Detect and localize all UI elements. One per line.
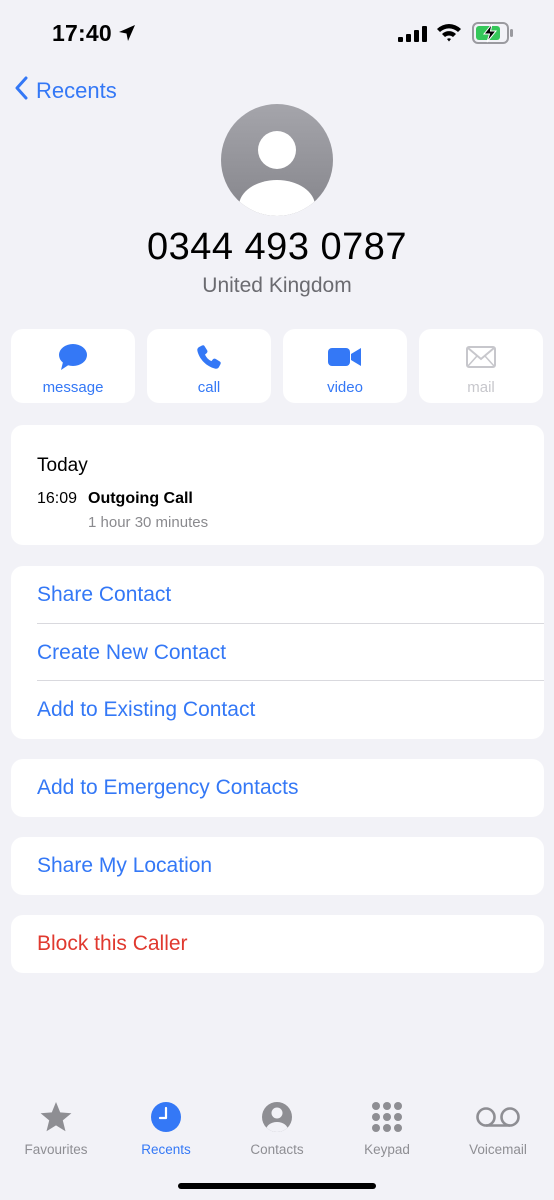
block-caller-option[interactable]: Block this Caller [11,915,544,973]
create-new-contact-option[interactable]: Create New Contact [11,624,544,682]
call-history-card: Today 16:09 Outgoing Call 1 hour 30 minu… [11,425,544,545]
chevron-left-icon [14,76,28,106]
message-button[interactable]: message [11,329,135,403]
phone-icon [196,343,222,371]
call-label: call [197,379,221,396]
battery-charging-icon [472,22,514,49]
tab-label: Voicemail [469,1142,527,1157]
avatar [221,104,333,216]
message-bubble-icon [58,343,88,371]
cellular-signal-icon [398,26,428,47]
message-label: message [42,379,104,396]
phone-number: 0344 493 0787 [146,226,408,268]
tab-contacts[interactable]: Contacts [227,1090,327,1157]
call-duration: 1 hour 30 minutes [88,514,209,531]
voicemail-icon [475,1100,521,1134]
history-day: Today [37,455,88,476]
tab-label: Recents [141,1142,191,1157]
emergency-card: Add to Emergency Contacts [11,759,544,817]
back-button[interactable]: Recents [14,74,117,108]
location-arrow-icon [118,24,136,47]
video-camera-icon [328,343,362,371]
person-circle-icon [261,1100,293,1134]
block-card: Block this Caller [11,915,544,973]
star-icon [39,1100,73,1134]
tab-recents[interactable]: Recents [116,1090,216,1157]
location-card: Share My Location [11,837,544,895]
home-indicator [178,1183,376,1189]
tab-label: Favourites [24,1142,88,1157]
tab-label: Contacts [250,1142,304,1157]
share-my-location-option[interactable]: Share My Location [11,837,544,895]
tab-voicemail[interactable]: Voicemail [448,1090,548,1157]
clock-icon [150,1100,182,1134]
tab-keypad[interactable]: Keypad [337,1090,437,1157]
back-label: Recents [36,78,117,103]
mail-button[interactable]: mail [419,329,543,403]
mail-label: mail [467,379,495,396]
add-to-emergency-contacts-option[interactable]: Add to Emergency Contacts [11,759,544,817]
video-button[interactable]: video [283,329,407,403]
add-to-existing-contact-option[interactable]: Add to Existing Contact [11,681,544,739]
call-button[interactable]: call [147,329,271,403]
wifi-icon [436,22,462,47]
keypad-grid-icon [371,1100,403,1134]
contact-options-card: Share Contact Create New Contact Add to … [11,566,544,739]
tab-favourites[interactable]: Favourites [6,1090,106,1157]
country-label: United Kingdom [202,274,352,297]
call-type: Outgoing Call [88,490,193,507]
share-contact-option[interactable]: Share Contact [11,566,544,624]
envelope-icon [466,343,496,371]
tab-label: Keypad [364,1142,410,1157]
status-time: 17:40 [52,20,112,46]
call-time: 16:09 [37,490,78,507]
status-bar: 17:40 [0,0,554,64]
video-label: video [327,379,363,396]
